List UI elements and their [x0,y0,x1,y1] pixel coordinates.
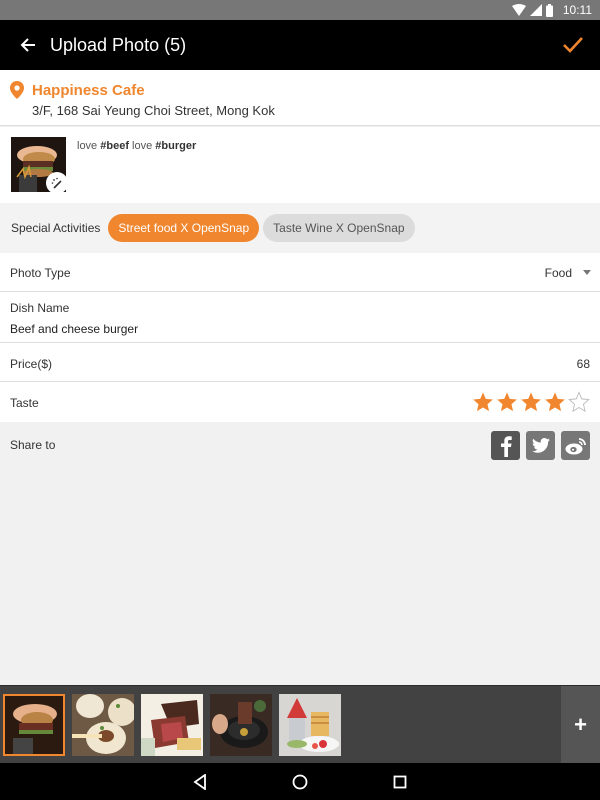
price-label: Price($) [10,357,53,371]
star-filled-icon[interactable] [544,391,566,413]
triangle-back-icon [193,773,206,790]
dumplings-image [72,694,134,756]
checkmark-icon [563,37,583,53]
taste-label: Taste [10,396,39,410]
share-facebook-button[interactable] [491,431,520,460]
strip-photo-steak[interactable] [141,694,203,756]
wifi-icon [511,4,526,16]
status-time: 10:11 [562,3,592,17]
share-section: Share to [0,422,600,472]
star-filled-icon[interactable] [496,391,518,413]
map-pin-icon [10,81,24,99]
edit-photo-button[interactable] [46,172,66,192]
magic-wand-icon [51,177,62,189]
facebook-icon [500,435,512,457]
add-photo-button[interactable]: + [561,686,600,764]
caption-segment: love [77,140,101,152]
star-empty-icon[interactable] [568,391,590,413]
strip-photo-dumplings[interactable] [72,694,134,756]
activity-chip-street-food[interactable]: Street food X OpenSnap [108,214,260,242]
strip-photo-grill[interactable] [210,694,272,756]
dropdown-arrow-icon [583,270,591,275]
confirm-button[interactable] [556,28,590,62]
special-activities-label: Special Activities [11,221,101,235]
hashtag: #beef [100,140,129,152]
weibo-icon [565,437,586,454]
strip-photo-burger[interactable] [3,694,65,756]
dessert-image [279,694,341,756]
photo-strip: + [0,685,600,764]
share-weibo-button[interactable] [561,431,590,460]
dish-name-input[interactable]: Beef and cheese burger [10,322,138,336]
caption-section: love #beef love #burger [0,127,600,203]
nav-back-button[interactable] [190,772,210,792]
square-recents-icon [393,775,407,788]
steak-image [141,694,203,756]
share-label: Share to [10,438,56,452]
grill-image [210,694,272,756]
circle-home-icon [292,774,308,789]
page-title: Upload Photo (5) [50,34,187,55]
taste-rating[interactable] [472,391,590,413]
app-bar: Upload Photo (5) [0,20,600,70]
system-nav-bar [0,763,600,800]
arrow-left-icon [20,38,35,52]
special-activities: Special Activities Street food X OpenSna… [0,203,600,253]
activity-chip-taste-wine[interactable]: Taste Wine X OpenSnap [263,214,415,242]
star-filled-icon[interactable] [520,391,542,413]
twitter-icon [531,438,550,453]
dish-name-label: Dish Name [10,301,70,315]
star-filled-icon[interactable] [472,391,494,413]
share-twitter-button[interactable] [526,431,555,460]
back-button[interactable] [0,20,56,70]
price-input[interactable]: 68 [577,357,590,371]
caption-text[interactable]: love #beef love #burger [77,140,196,152]
place-name: Happiness Cafe [32,82,145,99]
hashtag: #burger [155,140,197,152]
nav-home-button[interactable] [290,772,310,792]
nav-recents-button[interactable] [390,772,410,792]
dish-name-row: Dish Name Beef and cheese burger [0,292,600,343]
burger-image [5,696,63,754]
signal-icon [529,4,542,16]
photo-type-label: Photo Type [10,266,71,280]
place-address: 3/F, 168 Sai Yeung Choi Street, Mong Kok [32,103,275,118]
photo-thumbnail[interactable] [11,137,66,192]
location-section[interactable]: Happiness Cafe 3/F, 168 Sai Yeung Choi S… [0,70,600,126]
price-row: Price($) 68 [0,343,600,382]
photo-type-row[interactable]: Photo Type Food [0,253,600,292]
caption-segment: love [129,140,156,152]
strip-photo-dessert[interactable] [279,694,341,756]
taste-row: Taste [0,382,600,422]
battery-icon [545,3,553,17]
status-bar: 10:11 [0,0,600,20]
photo-type-select[interactable]: Food [545,266,572,280]
